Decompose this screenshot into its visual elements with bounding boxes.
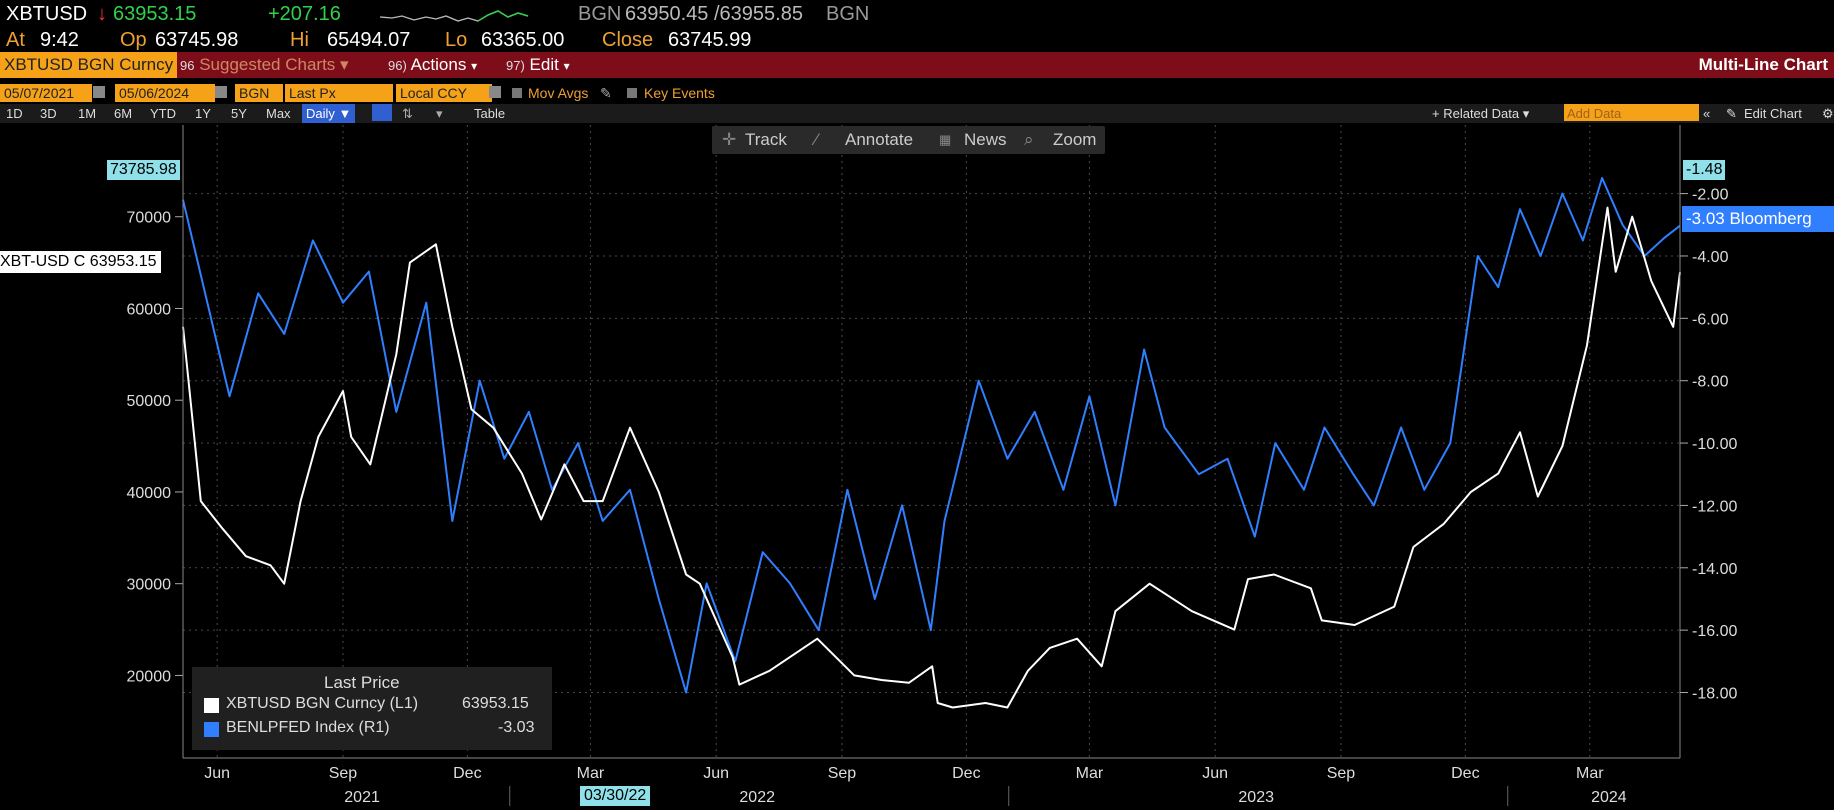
left-tick-label: 70000 [127, 210, 172, 227]
left-tick-label: 40000 [127, 485, 172, 502]
right-tick-label: -16.00 [1692, 623, 1737, 640]
right-tick-label: -6.00 [1692, 311, 1729, 328]
right-tick-label: -18.00 [1692, 686, 1737, 703]
right-tick-label: -10.00 [1692, 436, 1737, 453]
x-year-label: 2023 [1238, 789, 1274, 806]
legend-swatch-xbtusd [204, 698, 219, 713]
legend-series-benlpfed: BENLPFED Index (R1) [226, 719, 390, 736]
pencil-icon: ⁄ [815, 130, 818, 149]
series-line-0 [182, 206, 1681, 709]
legend-title: Last Price [324, 673, 400, 692]
x-tick-label: Sep [329, 765, 358, 782]
right-tick-label: -4.00 [1692, 249, 1729, 266]
right-max-tag: -1.48 [1683, 160, 1726, 180]
legend-swatch-benlpfed [204, 722, 219, 737]
x-year-label: 2022 [739, 789, 775, 806]
right-tick-label: -12.00 [1692, 498, 1737, 515]
x-tick-label: Jun [1202, 765, 1228, 782]
right-tick-label: -2.00 [1692, 187, 1729, 204]
date-marker: 03/30/22 [580, 786, 651, 806]
grid [183, 125, 1680, 758]
x-tick-label: Jun [204, 765, 230, 782]
x-tick-label: Mar [577, 765, 605, 782]
series-line-1 [182, 177, 1681, 694]
left-max-tag: 73785.98 [107, 160, 180, 180]
legend-value-xbtusd: 63953.15 [462, 695, 529, 712]
left-last-tag: XBT-USD C 63953.15 [0, 251, 161, 273]
x-tick-label: Dec [453, 765, 481, 782]
series-benlpfed [182, 177, 1681, 694]
news-icon: ▦ [939, 132, 952, 147]
x-tick-label: Dec [952, 765, 980, 782]
x-year-label: 2021 [344, 789, 380, 806]
x-tick-label: Mar [1576, 765, 1604, 782]
x-tick-label: Dec [1451, 765, 1479, 782]
track-button[interactable]: Track [745, 126, 787, 154]
news-button[interactable]: News [964, 126, 1007, 154]
left-tick-label: 60000 [127, 301, 172, 318]
x-tick-label: Sep [1327, 765, 1356, 782]
right-tick-label: -8.00 [1692, 374, 1729, 391]
chart-tools: ✛ Track ⁄ Annotate ▦ News ⌕ Zoom [712, 126, 1105, 154]
annotate-button[interactable]: Annotate [845, 126, 913, 154]
left-tick-label: 50000 [127, 393, 172, 410]
search-icon: ⌕ [1024, 130, 1034, 149]
legend-value-benlpfed: -3.03 [498, 719, 535, 736]
left-tick-label: 20000 [127, 668, 172, 685]
legend-series-xbtusd: XBTUSD BGN Curncy (L1) [226, 695, 419, 712]
left-tick-label: 30000 [127, 577, 172, 594]
x-year-label: 2024 [1591, 789, 1627, 806]
right-last-tag: -3.03 Bloomberg [1682, 206, 1834, 232]
right-tick-label: -14.00 [1692, 561, 1737, 578]
series-xbtusd [182, 206, 1681, 709]
x-tick-label: Mar [1076, 765, 1104, 782]
legend: Last Price XBTUSD BGN Curncy (L1) 63953.… [192, 667, 552, 750]
x-tick-label: Sep [828, 765, 857, 782]
x-tick-label: Jun [703, 765, 729, 782]
zoom-button[interactable]: Zoom [1053, 126, 1096, 154]
crosshair-icon: ✛ [722, 130, 737, 149]
